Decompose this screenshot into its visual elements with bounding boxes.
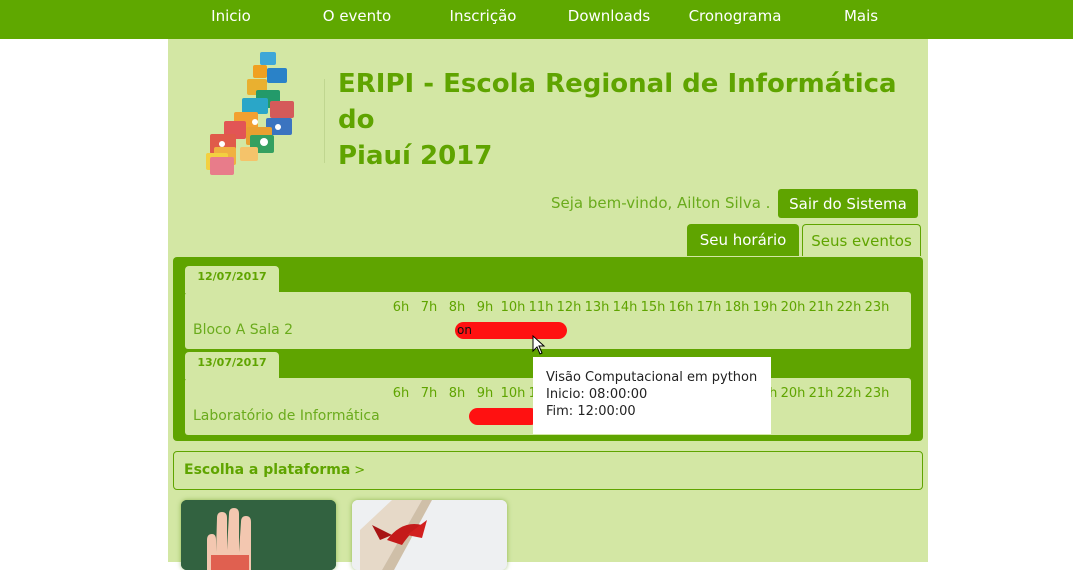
hour-label: 12h <box>556 300 582 315</box>
platform-card-1[interactable] <box>181 500 336 570</box>
page-title-line1: ERIPI - Escola Regional de Informática d… <box>338 69 897 135</box>
hour-label: 20h <box>780 386 806 401</box>
nav-o-evento[interactable]: O evento <box>294 0 420 33</box>
platform-card-2[interactable] <box>352 500 507 570</box>
room-label-1: Bloco A Sala 2 <box>193 322 294 338</box>
hour-label: 22h <box>836 300 862 315</box>
event-logo <box>206 52 294 175</box>
page-title: ERIPI - Escola Regional de Informática d… <box>338 66 918 174</box>
nav-downloads[interactable]: Downloads <box>546 0 672 33</box>
logo-separator <box>324 79 325 163</box>
platform-selector[interactable]: Escolha a plataforma > <box>173 451 923 490</box>
tab-seus-eventos[interactable]: Seus eventos <box>802 224 921 256</box>
page-title-line2: Piauí 2017 <box>338 141 493 171</box>
hour-label: 6h <box>392 300 410 315</box>
hour-label: 23h <box>864 386 890 401</box>
hour-label: 7h <box>420 386 438 401</box>
room-label-2: Laboratório de Informática <box>193 408 380 424</box>
hour-label: 18h <box>724 300 750 315</box>
tab-seu-horario[interactable]: Seu horário <box>687 224 799 256</box>
top-nav: Inicio O evento Inscrição Downloads Cron… <box>0 0 1073 39</box>
raised-hand-icon <box>181 500 336 570</box>
logout-button[interactable]: Sair do Sistema <box>778 189 918 218</box>
hour-label: 14h <box>612 300 638 315</box>
hour-label: 8h <box>448 386 466 401</box>
welcome-text: Seja bem-vindo, Ailton Silva . <box>551 194 771 212</box>
event-bar-1[interactable]: on <box>455 322 567 339</box>
hour-label: 23h <box>864 300 890 315</box>
hour-label: 13h <box>584 300 610 315</box>
event-bar-2[interactable] <box>469 408 539 425</box>
diploma-icon <box>352 500 507 570</box>
day-row-1: 6h 7h 8h 9h 10h 11h 12h 13h 14h 15h 16h 17h 18h 19h 20… <box>185 292 911 349</box>
hour-label: 16h <box>668 300 694 315</box>
hour-label: 10h <box>500 386 526 401</box>
hour-label: 6h <box>392 386 410 401</box>
mouse-cursor-icon <box>532 335 546 355</box>
hour-label: 11h <box>528 300 554 315</box>
hour-label: 10h <box>500 300 526 315</box>
platform-label: Escolha a plataforma > <box>184 462 365 478</box>
hour-label: 9h <box>476 300 494 315</box>
platform-label-text: Escolha a plataforma <box>184 462 351 478</box>
tooltip-start: Inicio: 08:00:00 <box>546 387 648 402</box>
hour-label: 15h <box>640 300 666 315</box>
hour-label: 7h <box>420 300 438 315</box>
event-tooltip: Visão Computacional em python Inicio: 08… <box>533 357 771 434</box>
main-content: ERIPI - Escola Regional de Informática d… <box>168 39 928 570</box>
day-tab-2[interactable]: 13/07/2017 <box>185 352 279 379</box>
day-tab-1[interactable]: 12/07/2017 <box>185 266 279 293</box>
hour-label: 21h <box>808 300 834 315</box>
nav-inscricao[interactable]: Inscrição <box>420 0 546 33</box>
nav-cronograma[interactable]: Cronograma <box>672 0 798 33</box>
hour-label: 17h <box>696 300 722 315</box>
hour-label: 20h <box>780 300 806 315</box>
hour-label: 21h <box>808 386 834 401</box>
hour-label: 9h <box>476 386 494 401</box>
hour-label: 22h <box>836 386 862 401</box>
hour-label: 19h <box>752 300 778 315</box>
nav-inicio[interactable]: Inicio <box>168 0 294 33</box>
nav-mais[interactable]: Mais <box>798 0 924 33</box>
chevron-right-icon: > <box>354 463 366 478</box>
tooltip-title: Visão Computacional em python <box>546 370 758 385</box>
tooltip-end: Fim: 12:00:00 <box>546 404 636 419</box>
hour-label: 8h <box>448 300 466 315</box>
